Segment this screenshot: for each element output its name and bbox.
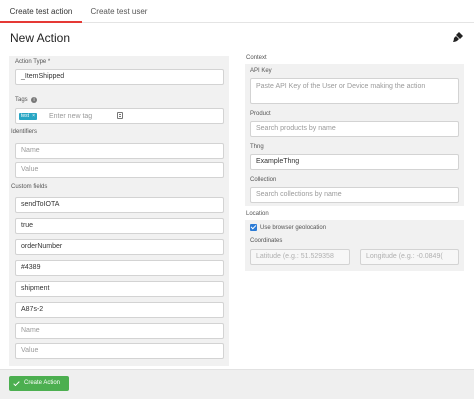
api-key-label: API Key: [250, 68, 272, 74]
paint-brush-icon[interactable]: [452, 31, 464, 43]
custom-field-input[interactable]: shipment: [15, 281, 224, 297]
create-action-label: Create Action: [24, 380, 61, 386]
create-action-button[interactable]: Create Action: [9, 376, 69, 391]
context-label: Context: [246, 55, 267, 61]
coordinates-label: Coordinates: [250, 238, 283, 244]
check-icon: [13, 379, 20, 387]
footer-bar: [0, 369, 474, 399]
tab-create-test-action[interactable]: Create test action: [0, 0, 82, 23]
custom-field-value-input[interactable]: Value: [15, 343, 224, 359]
identifier-name-input[interactable]: Name: [15, 143, 224, 159]
tag-remove-icon[interactable]: ×: [32, 113, 35, 119]
tab-bar: Create test action Create test user: [0, 0, 474, 23]
product-label: Product: [250, 111, 271, 117]
thng-label: Thng: [250, 144, 264, 150]
product-search-input[interactable]: Search products by name: [250, 121, 459, 137]
custom-field-input[interactable]: sendToIOTA: [15, 197, 224, 213]
info-icon: i: [31, 97, 37, 103]
page-title: New Action: [10, 31, 71, 45]
custom-fields-label: Custom fields: [11, 184, 48, 190]
tag-chip: test ×: [19, 113, 37, 120]
collection-search-input[interactable]: Search collections by name: [250, 187, 459, 203]
thng-input[interactable]: ExampleThng: [250, 154, 459, 170]
action-type-input[interactable]: _ItemShipped: [15, 69, 224, 85]
action-type-label: Action Type *: [15, 59, 51, 65]
use-browser-geolocation-label: Use browser geolocation: [260, 225, 327, 231]
use-browser-geolocation-checkbox[interactable]: [250, 224, 257, 231]
latitude-input: Latitude (e.g.: 51.529358: [250, 249, 350, 265]
new-tag-input[interactable]: Enter new tag: [49, 113, 92, 120]
identifier-value-input[interactable]: Value: [15, 162, 224, 178]
tag-chip-label: test: [21, 113, 30, 119]
location-label: Location: [246, 211, 269, 217]
custom-field-input[interactable]: #4389: [15, 260, 224, 276]
longitude-input: Longitude (e.g.: -0.0849(: [360, 249, 459, 265]
custom-field-input[interactable]: true: [15, 218, 224, 234]
custom-field-name-input[interactable]: Name: [15, 323, 224, 339]
custom-field-input[interactable]: orderNumber: [15, 239, 224, 255]
tags-label: Tags: [15, 97, 28, 103]
keyboard-icon[interactable]: [117, 112, 123, 119]
api-key-input[interactable]: Paste API Key of the User or Device maki…: [250, 78, 459, 104]
custom-field-input[interactable]: A87s-2: [15, 302, 224, 318]
tab-create-test-user[interactable]: Create test user: [82, 0, 156, 23]
identifiers-label: Identifiers: [11, 129, 38, 135]
collection-label: Collection: [250, 177, 277, 183]
